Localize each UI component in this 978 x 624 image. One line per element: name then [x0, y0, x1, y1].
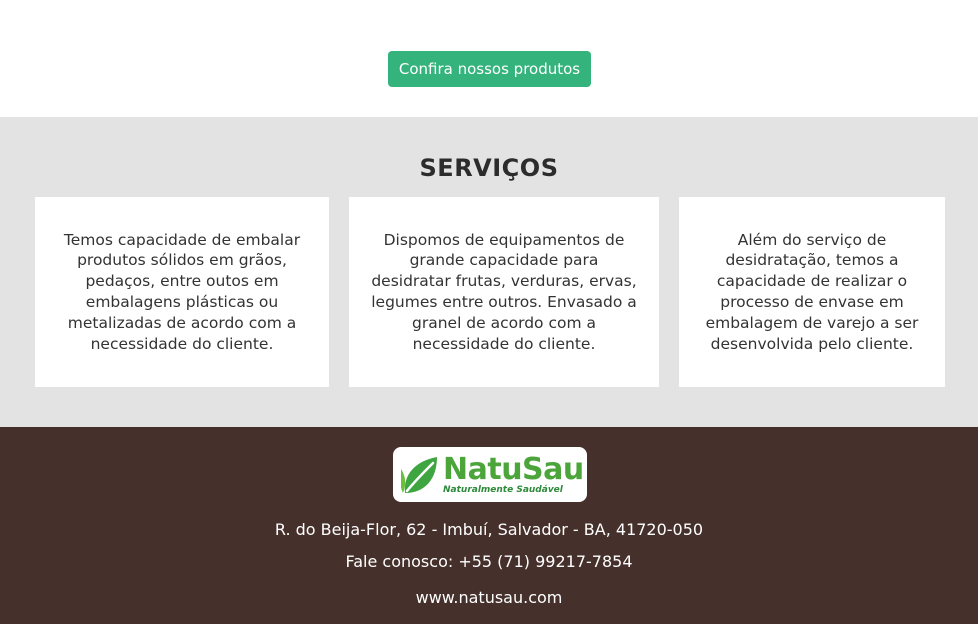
service-card-text: Temos capacidade de embalar produtos sól…: [63, 230, 301, 353]
logo[interactable]: NatuSau Naturalmente Saudável: [393, 447, 587, 502]
service-card: Além do serviço de desidratação, temos a…: [679, 197, 945, 387]
logo-tagline: Naturalmente Saudável: [443, 484, 563, 495]
leaf-icon: [401, 456, 437, 493]
footer-address: R. do Beija-Flor, 62 - Imbuí, Salvador -…: [274, 520, 704, 539]
service-card: Temos capacidade de embalar produtos sól…: [35, 197, 329, 387]
products-button[interactable]: Confira nossos produtos: [388, 51, 591, 87]
footer: NatuSau Naturalmente Saudável R. do Beij…: [0, 427, 978, 624]
services-section: SERVIÇOS Temos capacidade de embalar pro…: [0, 117, 978, 427]
service-card-text: Além do serviço de desidratação, temos a…: [705, 230, 919, 353]
services-title: SERVIÇOS: [419, 154, 559, 182]
logo-name: NatuSau: [443, 451, 584, 487]
service-card: Dispomos de equipamentos de grande capac…: [349, 197, 659, 387]
footer-phone: Fale conosco: +55 (71) 99217-7854: [345, 552, 633, 571]
footer-website-link[interactable]: www.natusau.com: [0, 588, 978, 607]
service-card-text: Dispomos de equipamentos de grande capac…: [371, 230, 637, 353]
top-section: Confira nossos produtos: [0, 0, 978, 117]
